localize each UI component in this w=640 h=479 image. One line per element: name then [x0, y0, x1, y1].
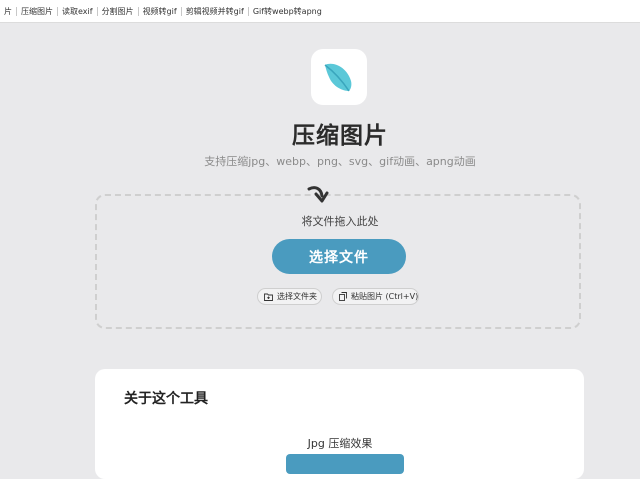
nav-item-video-to-gif[interactable]: 视频转gif	[139, 6, 181, 17]
top-nav-bar: 片 压缩图片 读取exif 分割图片 视频转gif 剪辑视频并转gif Gif转…	[0, 0, 640, 23]
nav-item-read-exif[interactable]: 读取exif	[58, 6, 97, 17]
folder-plus-icon	[264, 293, 273, 301]
page-subtitle: 支持压缩jpg、webp、png、svg、gif动画、apng动画	[204, 155, 476, 168]
paste-image-label: 粘贴图片 (Ctrl+V)	[351, 292, 419, 301]
select-folder-label: 选择文件夹	[277, 292, 317, 301]
compare-button[interactable]	[286, 454, 404, 474]
feather-leaf-icon	[324, 63, 352, 92]
select-file-button[interactable]: 选择文件	[272, 239, 406, 274]
nav-item-partial[interactable]: 片	[0, 6, 16, 17]
about-title: 关于这个工具	[124, 391, 208, 407]
drop-instruction: 将文件拖入此处	[301, 215, 379, 228]
nav-item-split-image[interactable]: 分割图片	[98, 6, 138, 17]
copy-paste-icon	[339, 292, 347, 301]
app-logo	[311, 49, 367, 105]
jpg-compress-heading: Jpg 压缩效果	[307, 437, 373, 450]
page-title: 压缩图片	[292, 123, 388, 149]
nav-item-clip-video-gif[interactable]: 剪辑视频并转gif	[182, 6, 248, 17]
nav-item-compress-image[interactable]: 压缩图片	[17, 6, 57, 17]
select-folder-button[interactable]: 选择文件夹	[257, 288, 322, 305]
paste-image-button[interactable]: 粘贴图片 (Ctrl+V)	[332, 288, 419, 305]
nav-item-gif-webp-apng[interactable]: Gif转webp转apng	[249, 6, 326, 17]
curved-arrow-down-icon	[307, 186, 329, 203]
